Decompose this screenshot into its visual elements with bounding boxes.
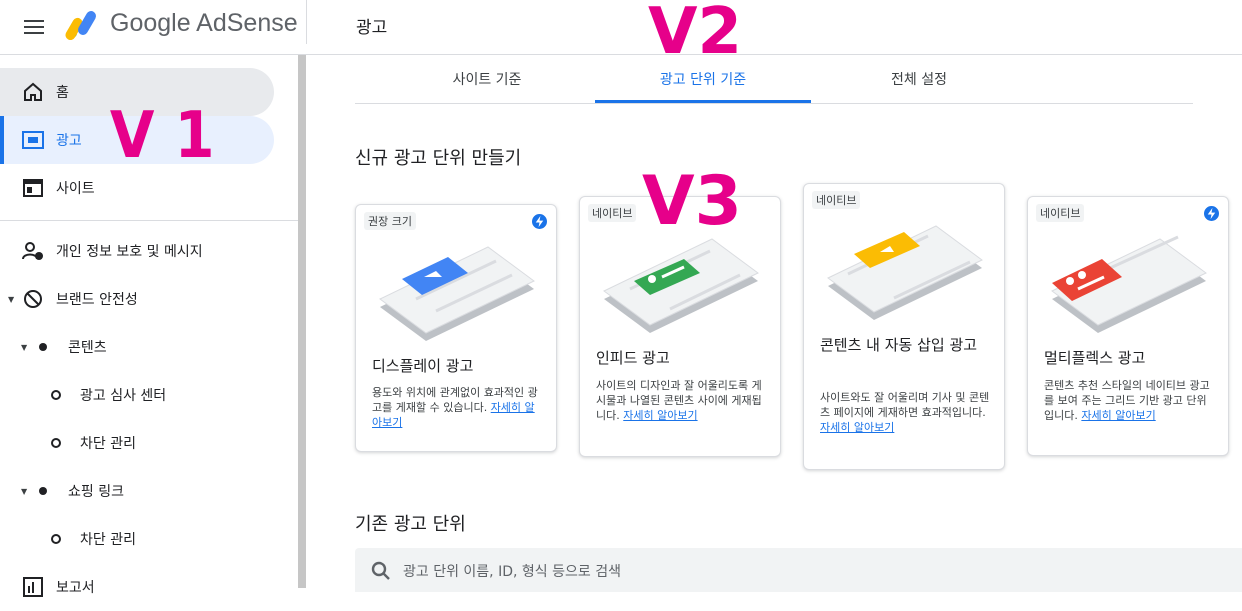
bolt-icon <box>532 214 547 229</box>
multiplex-ads-card[interactable]: 네이티브 멀티플렉스 광고 콘텐츠 추천 스타일의 네이티브 광고를 보여 주는… <box>1027 196 1229 456</box>
sidebar-item-reports[interactable]: 보고서 <box>0 563 274 611</box>
sidebar-item-label: 사이트 <box>56 181 95 197</box>
in-article-ads-card[interactable]: 네이티브 콘텐츠 내 자동 삽입 광고 사이트와도 잘 어울리며 기사 및 콘텐… <box>803 183 1005 470</box>
learn-more-link[interactable]: 자세히 알아보기 <box>1081 409 1155 422</box>
sidebar-item-label: 콘텐츠 <box>68 340 107 356</box>
search-input[interactable] <box>401 558 1105 586</box>
privacy-icon <box>22 240 44 262</box>
circle-icon <box>51 438 61 448</box>
page-title: 광고 <box>356 18 388 38</box>
card-tag: 권장 크기 <box>364 212 416 230</box>
header-divider <box>306 0 307 44</box>
main-content: 사이트 기준 광고 단위 기준 전체 설정 신규 광고 단위 만들기 권장 크기… <box>306 55 1242 592</box>
sidebar-item-shopping-blocking[interactable]: 차단 관리 <box>0 515 274 563</box>
multiplex-ad-illustration <box>1051 235 1207 333</box>
learn-more-link[interactable]: 자세히 알아보기 <box>820 421 894 434</box>
sidebar-item-label: 쇼핑 링크 <box>68 484 124 500</box>
new-ad-unit-heading: 신규 광고 단위 만들기 <box>355 148 522 169</box>
active-indicator <box>0 116 4 164</box>
search-icon <box>371 561 390 580</box>
sidebar-item-content[interactable]: ▼ 콘텐츠 <box>0 323 274 371</box>
sidebar-item-blocking-controls[interactable]: 차단 관리 <box>0 419 274 467</box>
sidebar-item-label: 광고 <box>56 133 82 149</box>
sidebar-item-label: 광고 심사 센터 <box>80 388 167 404</box>
sidebar-item-ad-review-center[interactable]: 광고 심사 센터 <box>0 371 274 419</box>
caret-down-icon[interactable]: ▼ <box>21 343 27 352</box>
existing-ad-units-heading: 기존 광고 단위 <box>355 514 466 535</box>
circle-icon <box>51 390 61 400</box>
block-icon <box>22 288 44 310</box>
tab-global-settings[interactable]: 전체 설정 <box>811 55 1027 103</box>
sidebar-item-label: 개인 정보 보호 및 메시지 <box>56 244 203 260</box>
bolt-icon <box>1204 206 1219 221</box>
sites-icon <box>22 177 44 199</box>
card-description: 콘텐츠 추천 스타일의 네이티브 광고를 보여 주는 그리드 기반 광고 단위입… <box>1044 379 1210 422</box>
display-ads-card[interactable]: 권장 크기 디스플레이 광고 용도와 위치에 관계없이 효과적인 광고를 게재할… <box>355 204 557 452</box>
top-app-bar: Google AdSense 광고 <box>0 0 1242 55</box>
home-icon <box>22 81 44 103</box>
annotation-v1: V 1 <box>109 99 215 173</box>
dot-icon <box>39 487 47 495</box>
caret-down-icon[interactable]: ▼ <box>21 487 27 496</box>
card-description: 사이트의 디자인과 잘 어울리도록 게시물과 나열된 콘텐츠 사이에 게재됩니다… <box>596 379 762 422</box>
active-tab-indicator <box>595 100 811 103</box>
report-icon <box>22 576 44 598</box>
card-tag: 네이티브 <box>812 191 861 209</box>
menu-icon[interactable] <box>20 13 48 41</box>
display-ad-illustration <box>379 246 535 341</box>
circle-icon <box>51 534 61 544</box>
sidebar-item-shopping-links[interactable]: ▼ 쇼핑 링크 <box>0 467 274 515</box>
dot-icon <box>39 343 47 351</box>
sidebar-scrollbar[interactable] <box>298 55 306 588</box>
ads-icon <box>22 129 44 151</box>
card-tag: 네이티브 <box>1036 204 1085 222</box>
card-description: 용도와 위치에 관계없이 효과적인 광고를 게재할 수 있습니다. 자세히 알아… <box>372 386 538 429</box>
card-tag: 네이티브 <box>588 204 637 222</box>
sidebar-item-label: 차단 관리 <box>80 436 136 452</box>
card-title: 디스플레이 광고 <box>372 357 474 375</box>
learn-more-link[interactable]: 자세히 알아보기 <box>623 409 697 422</box>
in-feed-ad-illustration <box>603 238 759 333</box>
annotation-v3: V3 <box>642 162 742 241</box>
in-article-ad-illustration <box>827 225 983 320</box>
card-title: 인피드 광고 <box>596 349 670 367</box>
tab-by-site[interactable]: 사이트 기준 <box>379 55 595 103</box>
sidebar-item-label: 차단 관리 <box>80 532 136 548</box>
sidebar-item-label: 브랜드 안전성 <box>56 292 138 308</box>
sidebar-item-brand-safety[interactable]: ▼ 브랜드 안전성 <box>0 275 274 323</box>
sidebar-item-label: 보고서 <box>56 580 95 596</box>
card-description: 사이트와도 잘 어울리며 기사 및 콘텐츠 페이지에 게재하면 효과적입니다. … <box>820 391 990 434</box>
card-title: 멀티플렉스 광고 <box>1044 349 1146 367</box>
adsense-logo-icon <box>65 11 96 40</box>
sidebar-item-privacy[interactable]: 개인 정보 보호 및 메시지 <box>0 227 274 275</box>
ad-unit-search[interactable] <box>355 548 1242 592</box>
sidebar-item-label: 홈 <box>56 85 69 101</box>
tab-bar: 사이트 기준 광고 단위 기준 전체 설정 <box>355 55 1193 104</box>
caret-down-icon[interactable]: ▼ <box>8 295 14 304</box>
annotation-v2: V2 <box>648 0 743 69</box>
sidebar-divider <box>0 220 298 221</box>
card-title: 콘텐츠 내 자동 삽입 광고 <box>820 336 978 354</box>
brand-name: Google AdSense <box>110 9 298 37</box>
